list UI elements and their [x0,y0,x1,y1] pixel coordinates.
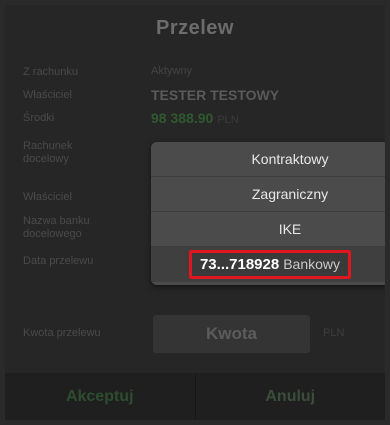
page-title: Przelew [156,17,234,39]
selected-account-number: 73...718928 [199,256,280,273]
account-option-kontraktowy[interactable]: Kontraktowy [151,142,385,177]
funds-label: Środki [23,112,55,124]
owner-label: Właściciel [23,89,72,101]
owner-value: TESTER TESTOWY [151,87,280,103]
funds-value: 98 388.90 PLN [151,110,239,126]
funds-amount: 98 388.90 [151,110,214,126]
transfer-screen: Przelew Z rachunku Aktywny Właściciel TE… [5,5,385,420]
account-option-ike[interactable]: IKE [151,212,385,247]
date-label: Data przelewu [23,255,94,267]
amount-currency: PLN [323,327,345,339]
funds-currency: PLN [217,114,239,126]
account-picker-menu: Kontraktowy Zagraniczny IKE 73...718928 B… [151,142,385,285]
bank-name-label: Nazwa banku docelowego [23,215,90,240]
selected-account-highlight: 73...718928 Bankowy [188,250,352,279]
account-option-zagraniczny[interactable]: Zagraniczny [151,177,385,212]
action-bar: Akceptuj Anuluj [5,373,385,420]
account-option-bankowy[interactable]: 73...718928 Bankowy [151,247,385,282]
amount-label: Kwota przelewu [23,327,101,339]
selected-account-type: Bankowy [283,256,341,272]
cancel-button[interactable]: Anuluj [194,373,386,420]
target-account-label: Rachunek docelowy [23,140,73,165]
from-account-value: Aktywny [151,65,192,77]
amount-input[interactable]: Kwota [153,315,310,353]
recipient-label: Właściciel [23,191,72,203]
accept-button[interactable]: Akceptuj [5,373,195,420]
from-account-label: Z rachunku [23,66,79,78]
